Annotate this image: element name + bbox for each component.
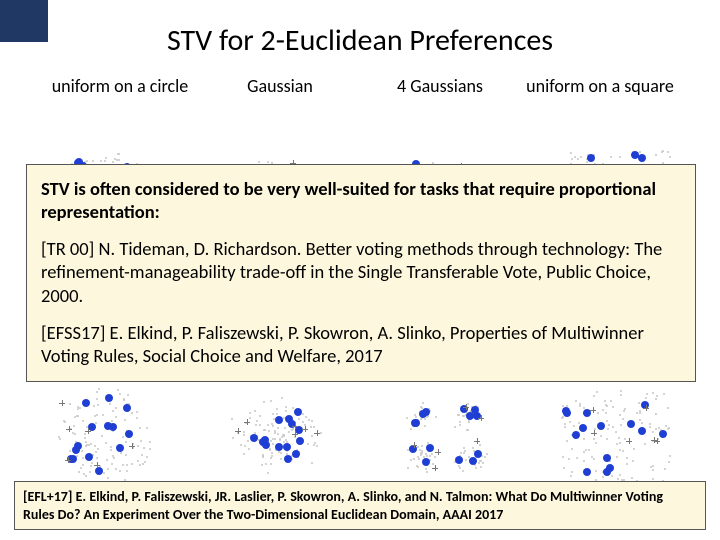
col-header: 4 Gaussians	[360, 76, 520, 97]
scatter-plot	[30, 380, 180, 490]
scatter-plot	[540, 380, 690, 490]
overlay-ref: [TR 00] N. Tideman, D. Richardson. Bette…	[41, 237, 681, 306]
scatter-plot	[370, 380, 520, 490]
column-headers: uniform on a circle Gaussian 4 Gaussians…	[40, 76, 680, 97]
overlay-note: STV is often considered to be very well-…	[26, 164, 696, 382]
overlay-intro: STV is often considered to be very well-…	[41, 177, 656, 223]
col-header: uniform on a square	[520, 76, 680, 97]
plot-row-bottom	[30, 380, 690, 490]
bottom-citation: [EFL+17] E. Elkind, P. Faliszewski, JR. …	[14, 481, 706, 530]
scatter-plot	[200, 380, 350, 490]
slide-title: STV for 2-Euclidean Preferences	[0, 22, 720, 59]
col-header: Gaussian	[200, 76, 360, 97]
col-header: uniform on a circle	[40, 76, 200, 97]
overlay-ref: [EFSS17] E. Elkind, P. Faliszewski, P. S…	[41, 321, 681, 367]
citation-text: [EFL+17] E. Elkind, P. Faliszewski, JR. …	[23, 488, 663, 523]
